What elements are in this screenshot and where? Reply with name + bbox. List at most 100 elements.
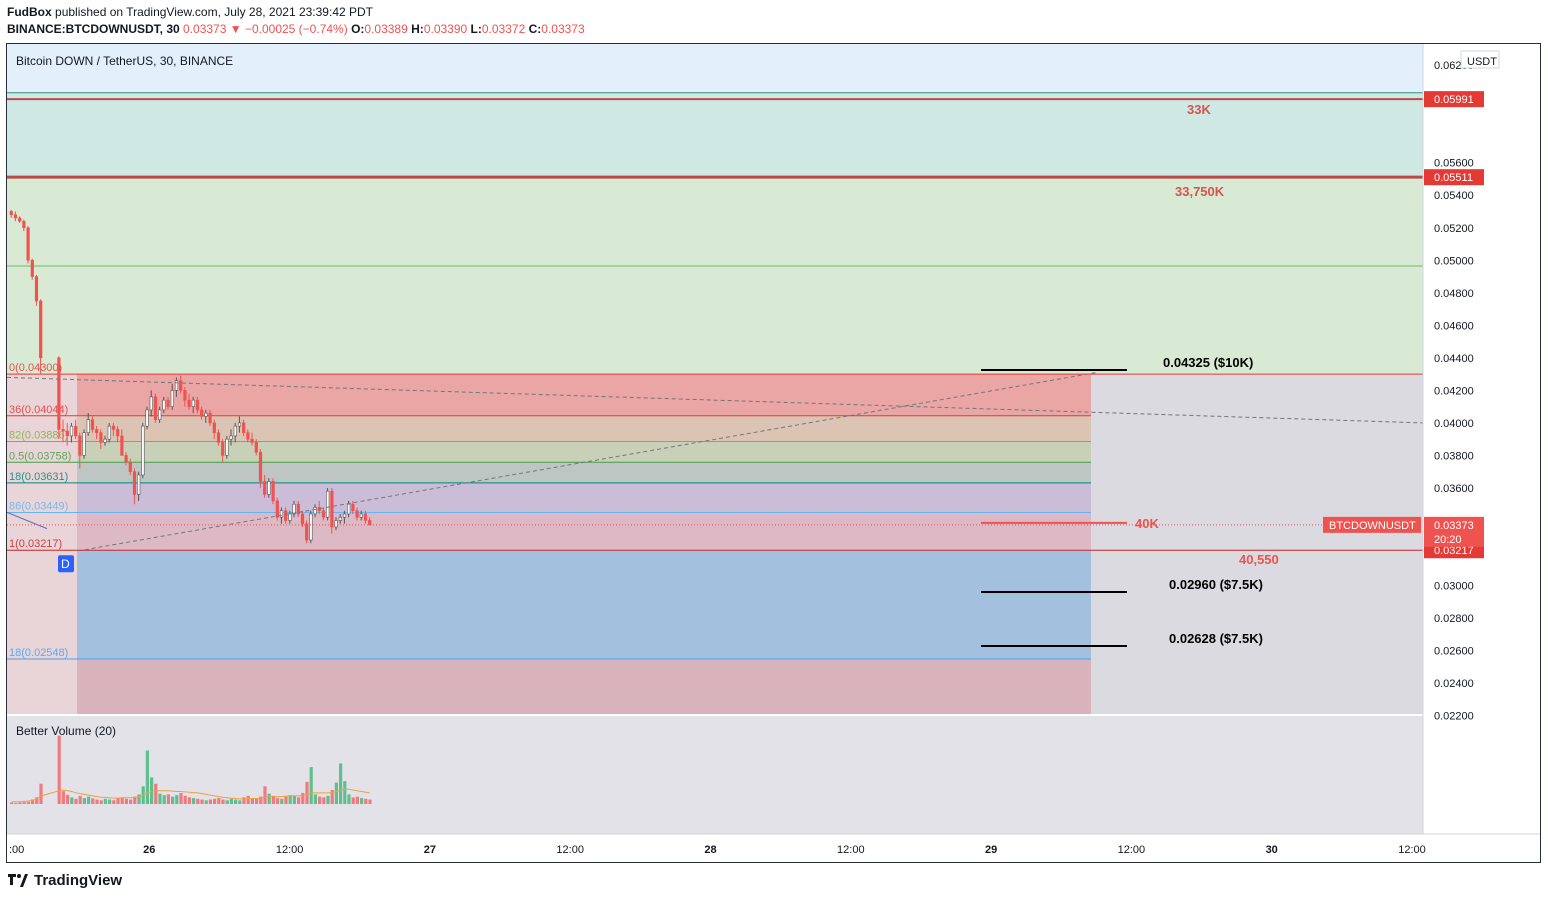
candle-body xyxy=(351,503,355,512)
candle-body xyxy=(212,422,216,433)
candle-body xyxy=(330,490,334,528)
time-tick: 12:00 xyxy=(556,844,584,856)
candle-body xyxy=(9,211,13,216)
fib-label: 18(0.03631) xyxy=(9,471,68,483)
open-value: 0.03389 xyxy=(364,22,408,36)
footer-brand[interactable]: TradingView xyxy=(8,872,122,889)
volume-bar xyxy=(162,795,166,804)
candle-body xyxy=(26,227,30,261)
candle-body xyxy=(158,409,162,420)
price-tick: 0.02400 xyxy=(1434,678,1474,690)
candle-body xyxy=(284,510,288,521)
candle-body xyxy=(149,396,153,411)
time-axis[interactable]: :00 26 12:00 27 12:00 28 12:00 29 12:00 30 12:00 xyxy=(7,833,1540,862)
candle-body xyxy=(338,516,342,521)
currency-label[interactable]: USDT xyxy=(1467,56,1497,68)
time-tick: 12:00 xyxy=(276,844,304,856)
close-value: 0.03373 xyxy=(541,22,585,36)
candle-body xyxy=(233,425,237,437)
volume-bar xyxy=(171,796,175,804)
volume-bar xyxy=(276,798,280,804)
volume-bar xyxy=(120,797,124,804)
price-tick: 0.04800 xyxy=(1434,288,1474,300)
price-tick: 0.04400 xyxy=(1434,353,1474,365)
low-value: 0.03372 xyxy=(481,22,526,36)
candle-body xyxy=(13,214,18,219)
candle-body xyxy=(39,300,43,359)
last-price-tag: 0.03373 xyxy=(1434,520,1474,532)
candle-body xyxy=(204,412,208,417)
volume-bar xyxy=(175,795,179,804)
candle-body xyxy=(279,510,284,518)
volume-bar xyxy=(39,783,43,804)
candle-body xyxy=(363,513,368,521)
volume-bar xyxy=(91,798,95,804)
tradingview-logo-icon xyxy=(8,873,28,887)
volume-bar xyxy=(154,783,158,804)
candle-body xyxy=(107,425,111,440)
candle-body xyxy=(166,399,170,407)
candle-body xyxy=(111,425,116,430)
volume-bar xyxy=(124,798,128,804)
price-tag: 0.05511 xyxy=(1434,172,1473,184)
volume-bg xyxy=(7,716,1423,834)
candle-body xyxy=(18,217,22,222)
volume-bar xyxy=(112,800,116,804)
volume-bar xyxy=(26,801,30,804)
symbol-tag: BTCDOWNUSDT xyxy=(1329,520,1416,532)
candle-body xyxy=(368,520,372,526)
time-tick: 12:00 xyxy=(837,844,865,856)
fib-zone-top xyxy=(77,374,1091,416)
candle-body xyxy=(326,490,330,518)
candle-body xyxy=(321,510,326,518)
volume-bar xyxy=(250,798,254,804)
candle-body xyxy=(116,429,120,437)
countdown-tag: 20:20 xyxy=(1434,534,1462,546)
time-tick: 30 xyxy=(1266,844,1278,856)
author-name[interactable]: FudBox xyxy=(7,5,52,19)
volume-bar xyxy=(18,802,22,804)
price-tick: 0.03600 xyxy=(1434,483,1474,495)
volume-bar xyxy=(297,797,301,804)
candle-body xyxy=(305,523,309,541)
volume-bar xyxy=(221,799,225,804)
candle-body xyxy=(30,259,34,277)
chart-frame[interactable]: 0(0.04300) 36(0.04044) 82(0.03886) 0.5(0.03… xyxy=(6,43,1541,863)
chart-title: Bitcoin DOWN / TetherUS, 30, BINANCE xyxy=(16,54,233,68)
volume-panel[interactable]: 200000000.00000100000000.000000.00000 xyxy=(7,714,1540,834)
price-tick: 0.05400 xyxy=(1434,190,1474,202)
volume-bar xyxy=(234,799,238,804)
price-tick: 0.03800 xyxy=(1434,450,1474,462)
candle-body xyxy=(57,357,61,430)
candle-body xyxy=(120,435,124,456)
top-zone xyxy=(7,44,1423,93)
volume-bar xyxy=(129,799,133,804)
time-axis-bg xyxy=(7,834,1540,862)
candle-body xyxy=(309,513,313,541)
time-tick: 27 xyxy=(424,844,436,856)
volume-bar xyxy=(368,799,372,804)
volume-bar xyxy=(309,767,313,804)
volume-bar xyxy=(66,794,70,804)
volume-bar xyxy=(99,800,103,804)
candle-body xyxy=(267,481,271,495)
open-label: O: xyxy=(351,22,365,36)
price-chart[interactable]: 0(0.04300)36(0.04044)82(0.03886)0.5(0.03… xyxy=(7,44,1540,862)
volume-bar xyxy=(246,795,250,804)
level-label-33750k: 33,750K xyxy=(1175,184,1225,199)
price-tick: 0.02600 xyxy=(1434,646,1474,658)
price-tick: 0.04000 xyxy=(1434,418,1474,430)
volume-bar xyxy=(158,793,162,804)
candle-body xyxy=(347,503,351,515)
volume-bar xyxy=(355,796,359,804)
volume-bar xyxy=(187,797,191,804)
candle-body xyxy=(258,451,263,482)
candle-body xyxy=(313,507,317,515)
fib-label: 18(0.02548) xyxy=(9,647,68,659)
volume-bar xyxy=(179,792,183,804)
volume-bar xyxy=(200,799,204,804)
fib-zone-2 xyxy=(77,415,1091,442)
symbol-label: BINANCE:BTCDOWNUSDT, 30 xyxy=(7,22,180,36)
candle-body xyxy=(221,442,225,456)
volume-bar xyxy=(263,786,267,804)
